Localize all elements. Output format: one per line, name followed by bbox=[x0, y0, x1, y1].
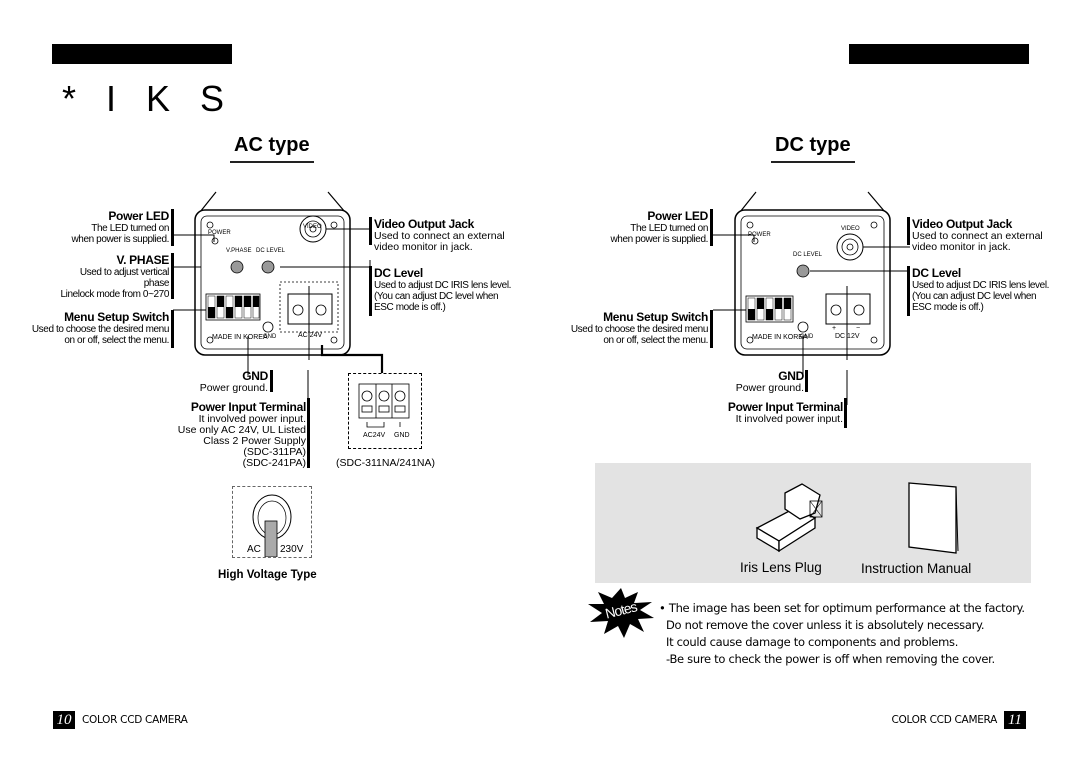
alt-terminal-ac24v-text: AC24V bbox=[363, 432, 386, 439]
ac-gnd-label: GND Power ground. bbox=[148, 370, 269, 394]
header-bar-left bbox=[52, 44, 232, 64]
alt-terminal-gnd-text: GND bbox=[394, 432, 410, 439]
ac-vphase-desc-2: phase bbox=[143, 278, 170, 289]
notes-badge: Notes bbox=[588, 588, 654, 638]
instruction-manual-label: Instruction Manual bbox=[861, 561, 972, 576]
dc-dc-level-desc-1: Used to adjust DC IRIS lens level. bbox=[912, 280, 1050, 291]
ac-gnd-marker bbox=[270, 370, 273, 392]
dc-gnd-label: GND Power ground. bbox=[684, 370, 805, 394]
accessories-panel: Iris Lens Plug Instruction Manual bbox=[595, 463, 1031, 583]
dc-power-led-heading: Power LED bbox=[647, 209, 708, 223]
dc-menu-switch-desc-1: Used to choose the desired menu bbox=[570, 324, 709, 335]
note-line-2: Do not remove the cover unless it is abs… bbox=[666, 618, 985, 632]
dc-leader-lines bbox=[713, 234, 910, 405]
instruction-manual-icon bbox=[908, 482, 959, 554]
ac-menu-switch-desc-1: Used to choose the desired menu bbox=[31, 324, 170, 335]
ac-dc-level-desc-1: Used to adjust DC IRIS lens level. bbox=[374, 280, 512, 291]
dc-dc-level-desc-3: ESC mode is off.) bbox=[912, 302, 984, 313]
ac-gnd-desc: Power ground. bbox=[199, 382, 268, 394]
section-title: * I K S bbox=[62, 78, 235, 119]
iris-lens-plug-icon bbox=[755, 483, 823, 553]
ac-menu-switch-heading: Menu Setup Switch bbox=[64, 310, 169, 324]
footer-title-left: COLOR CCD CAMERA bbox=[82, 714, 188, 726]
notes-text: • The image has been set for optimum per… bbox=[659, 600, 1025, 668]
dc-menu-switch-heading: Menu Setup Switch bbox=[603, 310, 708, 324]
note-line-1: • The image has been set for optimum per… bbox=[659, 601, 1025, 615]
ac-video-jack-label: Video Output Jack Used to connect an ext… bbox=[374, 218, 505, 253]
ac-type-title: AC type bbox=[230, 134, 314, 163]
ac-dc-level-label: DC Level Used to adjust DC IRIS lens lev… bbox=[374, 266, 512, 314]
note-line-4: -Be sure to check the power is off when … bbox=[666, 652, 995, 666]
footer-title-right: COLOR CCD CAMERA bbox=[891, 714, 997, 726]
ac-vphase-heading: V. PHASE bbox=[116, 253, 169, 267]
ac-alt-terminal-box: AC24V GND bbox=[348, 373, 422, 449]
ac-dc-level-marker bbox=[369, 266, 372, 316]
page-number-right: 11 bbox=[1004, 711, 1026, 729]
dc-power-led-label: Power LED The LED turned on when power i… bbox=[568, 209, 708, 246]
high-voltage-ac-text: AC bbox=[247, 544, 261, 555]
ac-menu-switch-label: Menu Setup Switch Used to choose the des… bbox=[9, 310, 170, 347]
terminal-block-icon bbox=[358, 383, 410, 428]
ac-menu-switch-desc-2: on or off, select the menu. bbox=[64, 335, 169, 346]
ac-power-led-desc-2: when power is supplied. bbox=[71, 234, 169, 245]
dc-gnd-marker bbox=[805, 370, 808, 392]
ac-power-led-heading: Power LED bbox=[108, 209, 169, 223]
dc-power-terminal-marker bbox=[844, 398, 847, 428]
iris-lens-plug-label: Iris Lens Plug bbox=[740, 560, 822, 575]
dc-video-jack-marker bbox=[907, 217, 910, 245]
high-voltage-caption: High Voltage Type bbox=[218, 569, 317, 581]
ac-dc-level-desc-2: (You can adjust DC level when bbox=[374, 291, 499, 302]
dc-dc-level-label: DC Level Used to adjust DC IRIS lens lev… bbox=[912, 266, 1050, 314]
page-number-left: 10 bbox=[53, 711, 75, 729]
dc-gnd-desc: Power ground. bbox=[735, 382, 804, 394]
ac-vphase-desc-3: Linelock mode from 0~270 bbox=[60, 289, 169, 300]
ac-power-terminal-label: Power Input Terminal It involved power i… bbox=[136, 401, 307, 469]
dc-type-title: DC type bbox=[771, 134, 855, 163]
ac-power-led-desc-1: The LED turned on bbox=[91, 223, 169, 234]
header-bar-right bbox=[849, 44, 1029, 64]
ac-power-terminal-marker bbox=[307, 398, 310, 468]
dc-video-jack-desc-2: video monitor in jack. bbox=[912, 241, 1011, 253]
dc-power-terminal-label: Power Input Terminal It involved power i… bbox=[673, 401, 843, 425]
ac-dc-level-desc-3: ESC mode is off.) bbox=[374, 302, 446, 313]
dc-video-jack-label: Video Output Jack Used to connect an ext… bbox=[912, 218, 1043, 253]
note-line-3: It could cause damage to components and … bbox=[666, 635, 959, 649]
dc-power-led-desc-1: The LED turned on bbox=[630, 223, 708, 234]
dc-power-terminal-desc: It involved power input. bbox=[735, 413, 843, 425]
dc-menu-switch-desc-2: on or off, select the menu. bbox=[603, 335, 708, 346]
ac-vphase-label: V. PHASE Used to adjust vertical phase L… bbox=[19, 253, 170, 301]
ac-power-led-label: Power LED The LED turned on when power i… bbox=[29, 209, 169, 246]
ac-vphase-desc-1: Used to adjust vertical bbox=[79, 267, 170, 278]
ac-dc-level-heading: DC Level bbox=[374, 266, 423, 280]
alt-terminal-caption: (SDC-311NA/241NA) bbox=[336, 457, 436, 469]
ac-power-terminal-desc-5: (SDC-241PA) bbox=[242, 457, 306, 469]
ac-video-jack-desc-2: video monitor in jack. bbox=[374, 241, 473, 253]
dc-dc-level-marker bbox=[907, 266, 910, 316]
high-voltage-230v-text: 230V bbox=[280, 544, 304, 555]
dc-power-led-desc-2: when power is supplied. bbox=[610, 234, 708, 245]
dc-dc-level-heading: DC Level bbox=[912, 266, 961, 280]
ac-video-jack-marker bbox=[369, 217, 372, 245]
high-voltage-box: AC 230V bbox=[232, 486, 312, 558]
dc-menu-switch-label: Menu Setup Switch Used to choose the des… bbox=[548, 310, 709, 347]
dc-dc-level-desc-2: (You can adjust DC level when bbox=[912, 291, 1037, 302]
